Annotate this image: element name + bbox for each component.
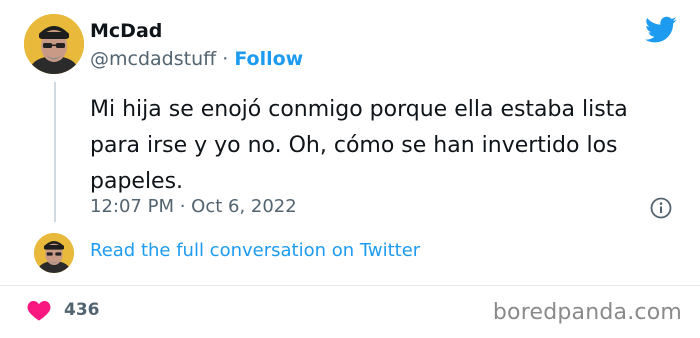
- reply-avatar[interactable]: [34, 233, 74, 273]
- read-conversation-link[interactable]: Read the full conversation on Twitter: [90, 240, 420, 261]
- tweet-text: Mi hija se enojó conmigo porque ella est…: [90, 92, 670, 200]
- watermark: boredpanda.com: [492, 300, 682, 325]
- heart-icon[interactable]: [27, 299, 51, 325]
- tweet-text-line: Mi hija se enojó conmigo porque ella est…: [90, 97, 628, 122]
- tweet-text-line: papeles.: [90, 169, 184, 194]
- author-avatar[interactable]: [24, 14, 84, 74]
- divider: [0, 285, 700, 286]
- info-icon[interactable]: [650, 197, 672, 223]
- thread-connector-line: [54, 82, 56, 222]
- tweet-timestamp[interactable]: 12:07 PM · Oct 6, 2022: [90, 196, 297, 217]
- follow-button[interactable]: Follow: [234, 48, 303, 70]
- twitter-bird-icon[interactable]: [645, 16, 677, 48]
- like-count: 436: [64, 300, 100, 320]
- author-handle[interactable]: @mcdadstuff: [90, 48, 216, 70]
- author-name[interactable]: McDad: [90, 20, 162, 42]
- tweet-text-line: para irse y yo no. Oh, cómo se han inver…: [90, 133, 618, 158]
- handle-separator: ·: [222, 48, 229, 70]
- author-handle-row: @mcdadstuff · Follow: [90, 48, 303, 70]
